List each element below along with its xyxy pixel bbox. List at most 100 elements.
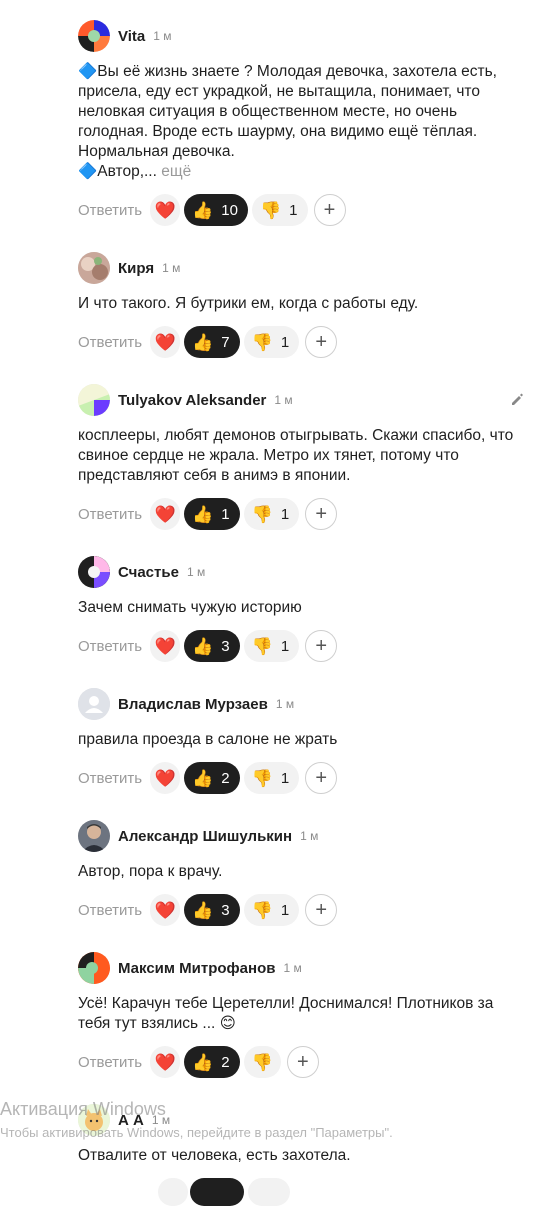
like-button[interactable]: 👍 10: [184, 194, 248, 226]
reply-button[interactable]: Ответить: [78, 202, 142, 219]
reaction-button[interactable]: [158, 1178, 188, 1206]
text-line: представляют себя в анимэ в японии.: [78, 467, 351, 484]
text-line: тебя тут взялись ... 😊: [78, 1015, 236, 1032]
dislike-button[interactable]: 👎 1: [251, 194, 308, 226]
add-reaction-button[interactable]: +: [305, 498, 338, 530]
like-button[interactable]: 👍 1: [184, 498, 240, 530]
comment-time: 1 м: [186, 565, 206, 579]
dislike-button[interactable]: 👎 1: [243, 326, 300, 358]
author-name[interactable]: Счастье: [118, 564, 179, 581]
comment-time: 1 м: [283, 961, 302, 975]
reply-button[interactable]: Ответить: [78, 1054, 142, 1071]
comment-text: 🔷Вы её жизнь знаете ? Молодая девочка, з…: [78, 62, 528, 182]
author-name[interactable]: Александр Шишулькин: [118, 828, 292, 845]
dislike-button[interactable]: 👎 1: [243, 762, 300, 794]
like-button[interactable]: 👍 7: [184, 326, 240, 358]
dislike-button[interactable]: 👎 1: [243, 630, 300, 662]
dislike-count: 1: [280, 637, 290, 655]
text-line: голодная. Вроде есть шаурму, она видимо …: [78, 123, 478, 140]
thumbs-down-icon: 👎: [251, 900, 273, 920]
thumbs-down-icon: 👎: [259, 200, 282, 220]
dislike-button[interactable]: 👎: [243, 1046, 281, 1078]
windows-activation-title: Активация Windows: [0, 1099, 166, 1119]
like-count: 2: [221, 1053, 230, 1071]
author-name[interactable]: Vita: [118, 28, 145, 45]
dislike-button[interactable]: [248, 1178, 290, 1206]
text-line: 🔷Вы её жизнь знаете ? Молодая девочка, з…: [78, 63, 497, 80]
like-button[interactable]: 👍 3: [184, 894, 240, 926]
comment-time: 1 м: [300, 829, 319, 843]
comment: Максим Митрофанов 1 м Усё! Карачун тебе …: [78, 952, 528, 1078]
text-line: неловкая ситуация в общественном месте, …: [78, 103, 458, 120]
reaction-button[interactable]: ❤️: [150, 762, 181, 794]
text-line: Автор, пора к врачу.: [78, 863, 223, 880]
edit-icon[interactable]: [510, 392, 524, 406]
reply-button[interactable]: Ответить: [78, 638, 142, 655]
dislike-button[interactable]: 👎 1: [243, 894, 300, 926]
avatar[interactable]: [78, 556, 110, 588]
author-name[interactable]: Максим Митрофанов: [118, 960, 275, 977]
thumbs-up-icon: 👍: [192, 768, 214, 788]
add-reaction-button[interactable]: +: [305, 630, 338, 662]
text-line: Зачем снимать чужую историю: [78, 599, 302, 616]
comment-header: Tulyakov Aleksander 1 м: [78, 384, 528, 416]
text-line: присела, еду ест украдкой, не вытащила, …: [78, 83, 480, 100]
text-line: Отвалите от человека, есть захотела.: [78, 1147, 351, 1164]
avatar[interactable]: [78, 384, 110, 416]
avatar[interactable]: [78, 688, 110, 720]
dislike-count: 1: [280, 505, 290, 523]
author-name[interactable]: Киря: [118, 260, 154, 277]
dislike-button[interactable]: 👎 1: [243, 498, 300, 530]
text-line: И что такого. Я бутрики ем, когда с рабо…: [78, 295, 419, 312]
avatar[interactable]: [78, 820, 110, 852]
avatar[interactable]: [78, 20, 110, 52]
heart-icon: ❤️: [154, 768, 176, 788]
like-button[interactable]: 👍 3: [184, 630, 240, 662]
like-count: 1: [221, 505, 230, 523]
add-reaction-button[interactable]: +: [305, 326, 338, 358]
reaction-button[interactable]: ❤️: [150, 1046, 181, 1078]
thumbs-down-icon: 👎: [251, 1052, 273, 1072]
reply-button[interactable]: Ответить: [78, 506, 142, 523]
author-name[interactable]: Tulyakov Aleksander: [118, 392, 266, 409]
reply-button[interactable]: Ответить: [78, 334, 142, 351]
thumbs-down-icon: 👎: [251, 504, 273, 524]
like-button[interactable]: 👍 2: [184, 762, 240, 794]
comment-header: Киря 1 м: [78, 252, 528, 284]
comment-actions: Ответить ❤️ 👍 2 👎 +: [78, 1046, 528, 1078]
reaction-button[interactable]: ❤️: [150, 498, 181, 530]
thumbs-up-icon: 👍: [192, 504, 214, 524]
comment-header: Vita 1 м: [78, 20, 528, 52]
comment-text: правила проезда в салоне не жрать: [78, 730, 528, 750]
reaction-button[interactable]: ❤️: [150, 630, 181, 662]
add-reaction-button[interactable]: +: [305, 762, 338, 794]
comment-actions: Ответить ❤️ 👍 1 👎 1 +: [78, 498, 528, 530]
reaction-button[interactable]: ❤️: [150, 326, 181, 358]
comment-actions: Ответить ❤️ 👍 10 👎 1 +: [78, 194, 528, 226]
add-reaction-button[interactable]: +: [305, 894, 338, 926]
avatar[interactable]: [78, 252, 110, 284]
thumbs-up-icon: 👍: [192, 200, 214, 220]
text-line: свиное сердце не жрала. Метро их тянет, …: [78, 447, 459, 464]
author-name[interactable]: Владислав Мурзаев: [118, 696, 268, 713]
add-reaction-button[interactable]: +: [313, 194, 346, 226]
avatar[interactable]: [78, 952, 110, 984]
reaction-button[interactable]: ❤️: [150, 894, 181, 926]
add-reaction-button[interactable]: +: [286, 1046, 319, 1078]
comment-text: Отвалите от человека, есть захотела.: [78, 1146, 528, 1166]
reply-button[interactable]: Ответить: [78, 902, 142, 919]
reaction-button[interactable]: ❤️: [150, 194, 181, 226]
show-more-link[interactable]: ещё: [161, 163, 191, 180]
dislike-count: 1: [280, 901, 290, 919]
comment-text: И что такого. Я бутрики ем, когда с рабо…: [78, 294, 528, 314]
reply-button[interactable]: Ответить: [78, 770, 142, 787]
comment-text: Усё! Карачун тебе Церетелли! Доснимался!…: [78, 994, 528, 1034]
dislike-count: 1: [289, 201, 298, 219]
thumbs-up-icon: 👍: [192, 332, 214, 352]
thumbs-up-icon: 👍: [192, 900, 214, 920]
like-button[interactable]: 👍 2: [184, 1046, 240, 1078]
like-button[interactable]: [190, 1178, 244, 1206]
text-line: косплееры, любят демонов отыгрывать. Ска…: [78, 427, 514, 444]
like-count: 3: [221, 637, 230, 655]
comment-text: Зачем снимать чужую историю: [78, 598, 528, 618]
